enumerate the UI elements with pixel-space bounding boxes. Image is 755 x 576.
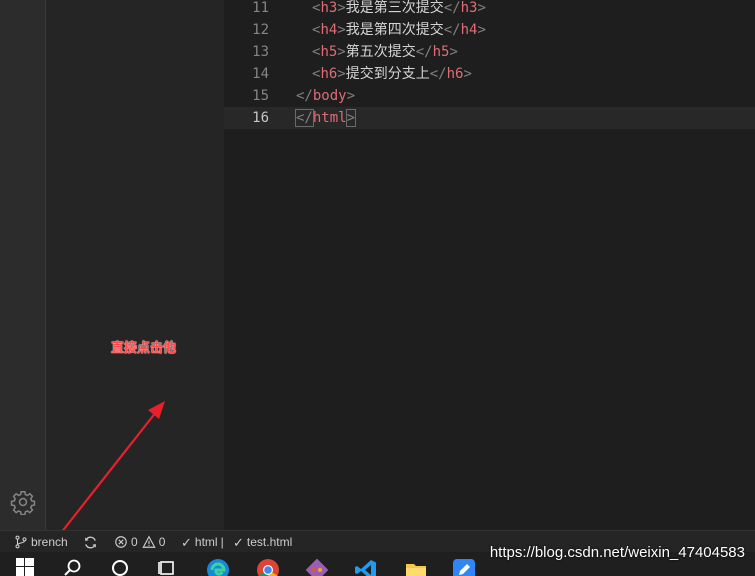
tag-bracket: >: [477, 22, 486, 38]
tag-bracket: </: [443, 0, 461, 16]
code-editor[interactable]: 11 <h3>我是第三次提交</h3> 12 <h4>我是第四次提交</h4> 13 <h…: [224, 0, 755, 530]
sync-icon: [85, 536, 96, 548]
tag-bracket: >: [337, 0, 346, 16]
problems-indicator[interactable]: 0 0: [114, 531, 165, 553]
error-icon: [115, 536, 127, 548]
code-content: <h4>我是第四次提交</h4>: [296, 19, 486, 41]
tag-name: body: [312, 88, 347, 104]
code-content: </html>: [295, 107, 357, 129]
tag-name: h4: [460, 22, 478, 38]
tag-name: html: [312, 110, 347, 126]
tag-bracket: >: [346, 88, 356, 104]
error-count: 0: [131, 534, 138, 549]
warning-count: 0: [158, 534, 166, 549]
language-mode[interactable]: ✓ html |: [181, 531, 224, 553]
tag-bracket: >: [477, 0, 486, 16]
line-number: 15: [252, 88, 269, 104]
text-content: 提交到分支上: [345, 66, 430, 82]
file-explorer-icon[interactable]: [404, 558, 428, 576]
chrome-icon[interactable]: [256, 558, 280, 576]
git-branch-icon: [15, 535, 27, 549]
tag-name: h3: [460, 0, 478, 16]
tag-bracket: >: [463, 66, 472, 82]
branch-name: brench: [31, 534, 68, 549]
line-number: 12: [252, 22, 269, 38]
line-number: 13: [252, 44, 269, 60]
tag-bracket: </: [295, 109, 314, 127]
code-content: <h5>第五次提交</h5>: [296, 41, 458, 63]
sync-button[interactable]: [83, 531, 98, 553]
vscode-icon[interactable]: [354, 558, 378, 576]
tag-bracket: </: [429, 66, 447, 82]
code-line[interactable]: 14 <h6>提交到分支上</h6>: [224, 63, 755, 85]
code-line[interactable]: 13 <h5>第五次提交</h5>: [224, 41, 755, 63]
code-content: <h3>我是第三次提交</h3>: [296, 0, 486, 19]
tag-bracket: >: [337, 44, 346, 60]
tag-bracket: </: [415, 44, 433, 60]
warning-icon: [142, 535, 156, 548]
task-view-icon[interactable]: [158, 558, 182, 576]
code-content: <h6>提交到分支上</h6>: [296, 63, 472, 85]
tag-name: h5: [432, 44, 450, 60]
tag-name: h4: [320, 22, 338, 38]
tag-bracket: </: [443, 22, 461, 38]
tag-bracket: </: [296, 88, 313, 104]
tag-name: h6: [320, 66, 338, 82]
check-icon: ✓: [233, 534, 244, 550]
check-icon: ✓: [181, 534, 192, 550]
tag-bracket: >: [345, 109, 357, 127]
file-name: test.html: [246, 534, 293, 549]
language-label: html: [194, 534, 218, 549]
tag-bracket: >: [337, 66, 346, 82]
line-number: 16: [252, 110, 269, 126]
code-content: </body>: [296, 85, 355, 107]
cortana-icon[interactable]: [110, 558, 134, 576]
settings-gear-icon[interactable]: [10, 489, 36, 516]
annotation-label: 直接点击他: [111, 341, 177, 356]
search-icon[interactable]: [62, 558, 86, 576]
tag-bracket: >: [337, 22, 346, 38]
text-content: 我是第四次提交: [345, 22, 444, 38]
code-line[interactable]: 12 <h4>我是第四次提交</h4>: [224, 19, 755, 41]
windows-start-icon[interactable]: [16, 558, 40, 576]
sidebar: [46, 0, 224, 530]
git-icon[interactable]: [305, 558, 329, 576]
file-status[interactable]: ✓ test.html: [233, 531, 292, 553]
code-line[interactable]: 15 </body>: [224, 85, 755, 107]
edge-icon[interactable]: [206, 558, 230, 576]
tag-name: h6: [446, 66, 464, 82]
text-content: 第五次提交: [345, 44, 416, 60]
tag-bracket: >: [449, 44, 458, 60]
tag-name: h5: [320, 44, 338, 60]
activity-bar: [0, 0, 46, 530]
branch-indicator[interactable]: brench: [14, 531, 68, 553]
line-number: 14: [252, 66, 269, 82]
watermark: https://blog.csdn.net/weixin_47404583: [489, 544, 745, 561]
code-line[interactable]: 11 <h3>我是第三次提交</h3>: [224, 0, 755, 19]
editor-app-icon[interactable]: [452, 558, 476, 576]
code-line[interactable]: 16 </html>: [224, 107, 755, 129]
text-content: 我是第三次提交: [345, 0, 444, 16]
status-separator: |: [220, 534, 224, 549]
line-number: 11: [252, 0, 269, 16]
tag-name: h3: [320, 0, 338, 16]
